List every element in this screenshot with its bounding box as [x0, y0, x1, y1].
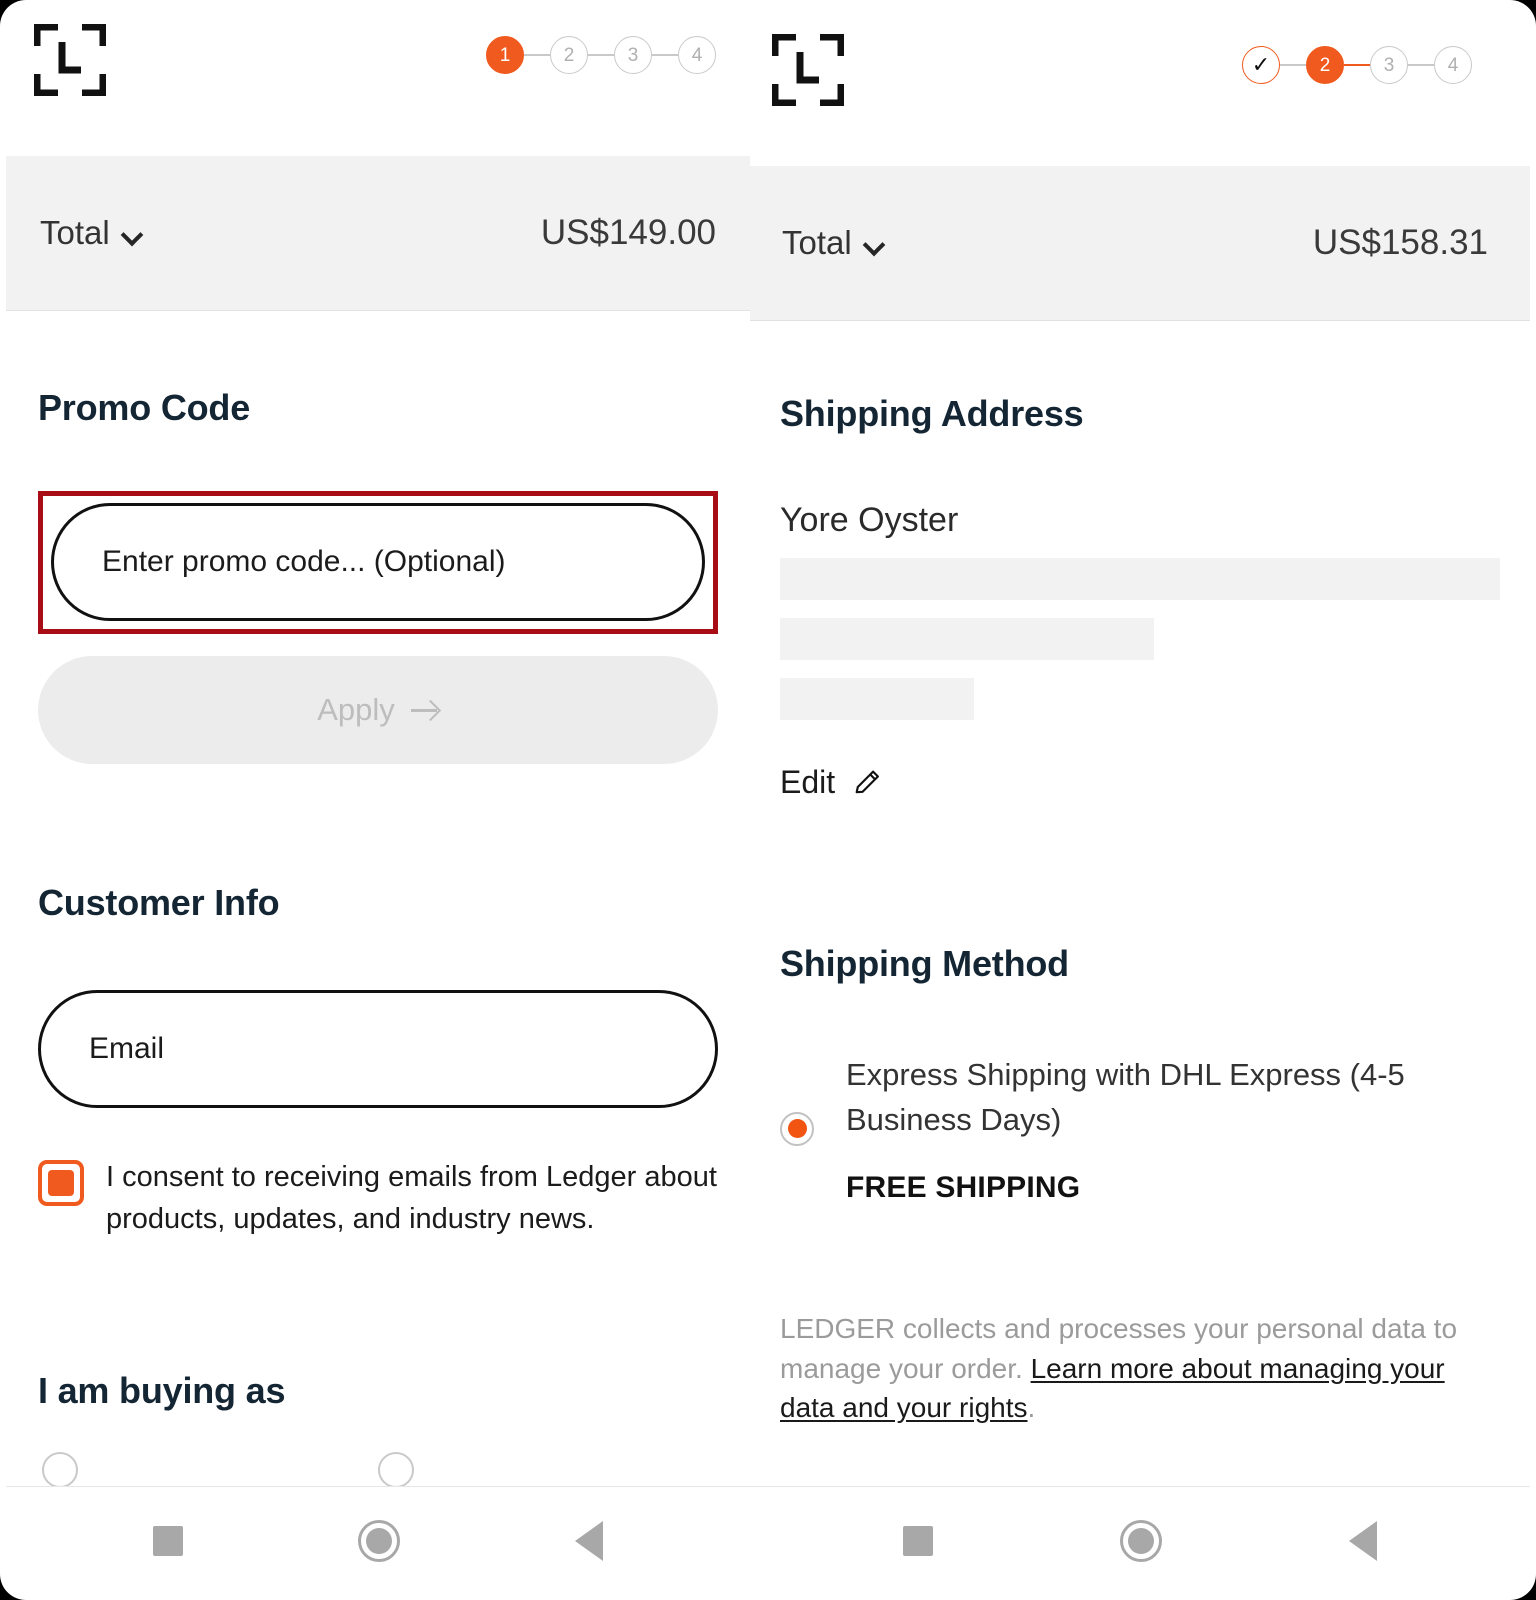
pencil-icon[interactable] [851, 766, 885, 800]
ledger-logo-icon[interactable] [34, 24, 106, 96]
step-connector-3-4 [652, 54, 678, 56]
redacted-address-line-3 [780, 678, 975, 720]
total-summary-bar-left[interactable]: Total US$149.00 [6, 156, 750, 311]
redacted-address-line-2 [780, 618, 1155, 660]
step-connector-3-4 [1408, 64, 1434, 66]
buying-as-option-1-radio[interactable] [42, 1452, 78, 1489]
step-connector-1-2 [1280, 64, 1306, 66]
step-2[interactable]: 2 [550, 36, 588, 74]
android-navbar-right [750, 1486, 1530, 1594]
shipping-method-option[interactable]: Express Shipping with DHL Express (4-5 B… [780, 1053, 1500, 1205]
step-3[interactable]: 3 [1370, 46, 1408, 84]
legal-text-after: . [1027, 1392, 1036, 1424]
arrow-right-icon [410, 700, 439, 720]
android-navbar-left [6, 1486, 750, 1594]
step-3[interactable]: 3 [614, 36, 652, 74]
chevron-down-icon[interactable] [122, 227, 142, 239]
step-connector-2-3 [1344, 64, 1370, 66]
total-label: Total [40, 214, 110, 251]
radio-selected-icon [787, 1119, 807, 1139]
step-2[interactable]: 2 [1306, 46, 1344, 84]
step-connector-2-3 [588, 54, 614, 56]
app-header-left: 1 2 3 4 [6, 6, 750, 156]
dual-phone-screenshot: 1 2 3 4 Total US$149.00 Promo Code Enter… [0, 0, 1536, 1600]
checkbox-checked-icon [48, 1170, 74, 1196]
step-connector-1-2 [524, 54, 550, 56]
square-recents-icon[interactable] [153, 1525, 184, 1556]
edit-label: Edit [780, 764, 836, 800]
shipping-method-heading: Shipping Method [780, 943, 1069, 984]
chevron-down-icon[interactable] [864, 237, 884, 249]
consent-label: I consent to receiving emails from Ledge… [106, 1161, 717, 1236]
consent-checkbox[interactable] [38, 1160, 84, 1206]
legal-disclaimer: LEDGER collects and processes your perso… [780, 1309, 1500, 1428]
consent-row[interactable]: I consent to receiving emails from Ledge… [38, 1156, 718, 1240]
ledger-logo-icon[interactable] [772, 34, 844, 106]
edit-address-button[interactable]: Edit [780, 764, 1500, 801]
redacted-address-line-1 [780, 558, 1500, 600]
step-4[interactable]: 4 [1434, 46, 1472, 84]
buying-as-option-2-radio[interactable] [378, 1452, 414, 1489]
triangle-back-icon[interactable] [1348, 1520, 1377, 1561]
shipping-address-heading: Shipping Address [780, 393, 1084, 434]
customer-info-heading: Customer Info [38, 882, 280, 923]
promo-code-heading: Promo Code [38, 387, 251, 428]
recipient-name: Yore Oyster [780, 501, 959, 539]
circle-home-icon[interactable] [357, 1519, 400, 1562]
circle-home-icon[interactable] [1119, 1519, 1162, 1562]
email-input[interactable]: Email [38, 990, 718, 1108]
checkout-stepper-right: ✓ 2 3 4 [1242, 46, 1472, 84]
apply-label: Apply [317, 692, 395, 727]
shipping-method-name: Express Shipping with DHL Express (4-5 B… [846, 1057, 1405, 1137]
app-header-right: ✓ 2 3 4 [750, 6, 1530, 166]
step-1[interactable]: 1 [486, 36, 524, 74]
promo-code-placeholder: Enter promo code... (Optional) [102, 545, 506, 578]
total-value: US$158.31 [1312, 223, 1488, 262]
shipping-method-price: FREE SHIPPING [846, 1170, 1081, 1204]
right-panel-content: Shipping Address Yore Oyster Edit Shippi… [750, 393, 1530, 1428]
total-summary-bar-right[interactable]: Total US$158.31 [750, 166, 1530, 321]
total-label-group[interactable]: Total [782, 224, 884, 262]
annotation-highlight-box: Enter promo code... (Optional) [38, 491, 718, 634]
promo-code-input[interactable]: Enter promo code... (Optional) [51, 503, 705, 621]
email-placeholder: Email [89, 1032, 165, 1065]
step-1-completed[interactable]: ✓ [1242, 46, 1280, 84]
total-label: Total [782, 224, 852, 261]
square-recents-icon[interactable] [903, 1525, 934, 1556]
shipping-method-radio[interactable] [780, 1111, 814, 1146]
left-panel-content: Promo Code Enter promo code... (Optional… [6, 387, 750, 1489]
step-4[interactable]: 4 [678, 36, 716, 74]
buying-as-options[interactable] [38, 1452, 718, 1489]
total-label-group[interactable]: Total [40, 214, 142, 252]
left-phone-panel: 1 2 3 4 Total US$149.00 Promo Code Enter… [0, 0, 750, 1600]
right-phone-panel: ✓ 2 3 4 Total US$158.31 Shipping Address [750, 0, 1536, 1600]
shipping-method-details: Express Shipping with DHL Express (4-5 B… [846, 1053, 1500, 1205]
total-value: US$149.00 [540, 213, 716, 252]
buying-as-heading: I am buying as [38, 1370, 286, 1412]
checkout-stepper-left: 1 2 3 4 [486, 36, 716, 74]
triangle-back-icon[interactable] [574, 1520, 603, 1561]
apply-promo-button[interactable]: Apply [38, 656, 718, 764]
